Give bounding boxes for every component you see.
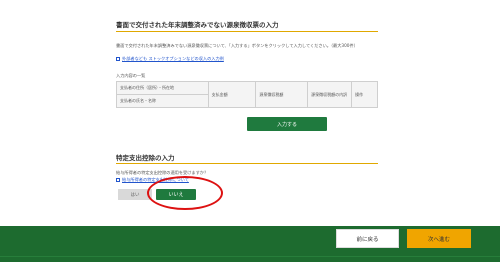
entry-list-label: 入力内容の一覧 xyxy=(116,73,146,78)
left-margin xyxy=(0,0,88,226)
enter-withholding-button[interactable]: 入力する xyxy=(247,117,327,131)
external-link-icon xyxy=(116,57,120,61)
withholding-section-title: 書面で交付された年末調整済みでない源泉徴収票の入力 xyxy=(116,21,279,29)
col-payer-name: 支払者の氏名・名称 xyxy=(116,94,209,108)
back-button[interactable]: 前に戻る xyxy=(336,229,399,248)
special-deduction-question: 給与所得者の特定支出控除の適用を受けますか？ xyxy=(116,170,209,175)
stock-option-help-link[interactable]: 外部者なども ストックオプションなどの収入の入力例 xyxy=(116,56,224,62)
footer-divider xyxy=(0,256,500,257)
stock-option-help-link-label: 外部者なども ストックオプションなどの収入の入力例 xyxy=(122,56,224,61)
withholding-table: 支払者の住所（居所）・所在地 支払金額 源泉徴収税額 源泉徴収税額の内訳 操作 … xyxy=(116,81,378,108)
col-operation: 操作 xyxy=(351,81,378,108)
col-payment-amount: 支払金額 xyxy=(207,81,257,108)
col-withholding-tax: 源泉徴収税額 xyxy=(255,81,309,108)
withholding-instruction: 書面で交付された年末調整済みでない源泉徴収票について、「入力する」ボタンをクリッ… xyxy=(116,43,358,48)
external-link-icon xyxy=(116,178,120,182)
next-button[interactable]: 次へ進む xyxy=(407,229,471,248)
table-header-row: 支払者の住所（居所）・所在地 支払金額 源泉徴収税額 源泉徴収税額の内訳 操作 xyxy=(116,81,378,108)
special-deduction-title: 特定支出控除の入力 xyxy=(116,154,175,162)
col-tax-breakdown: 源泉徴収税額の内訳 xyxy=(307,81,353,108)
section-divider xyxy=(116,31,378,32)
section-divider xyxy=(116,163,378,164)
highlight-annotation-circle xyxy=(147,176,223,210)
col-payer-address: 支払者の住所（居所）・所在地 xyxy=(116,81,209,95)
